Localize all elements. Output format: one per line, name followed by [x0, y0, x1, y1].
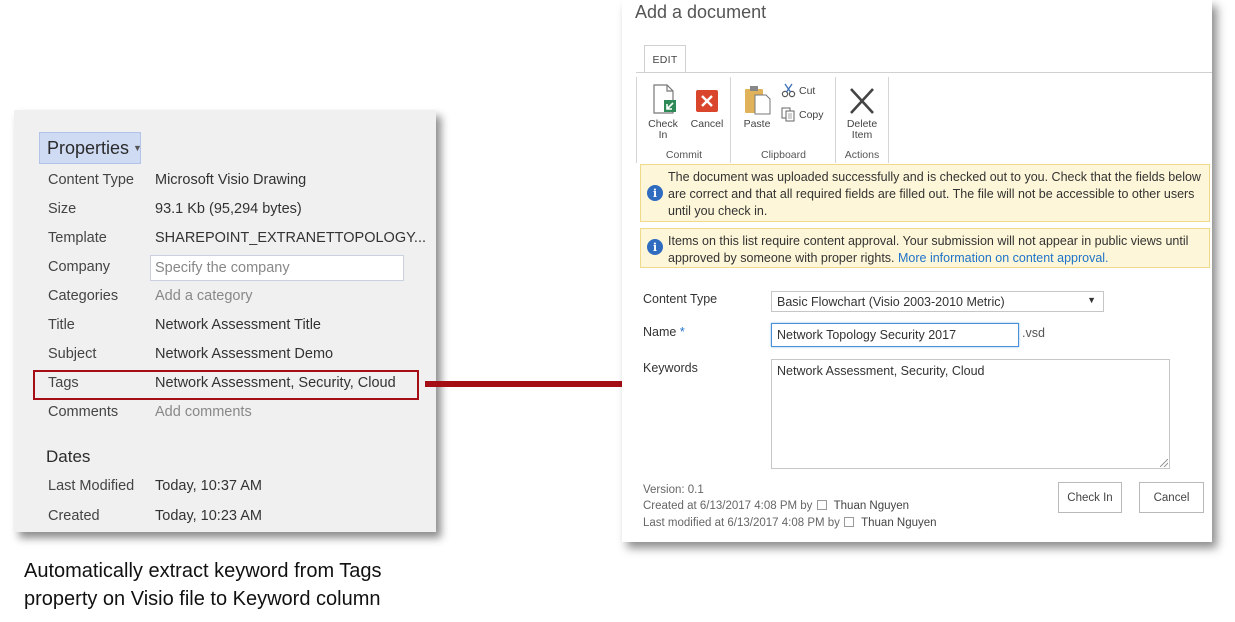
keywords-label: Keywords — [643, 361, 698, 375]
copy-label: Copy — [799, 108, 824, 121]
copy-icon — [781, 107, 795, 122]
required-mark: * — [679, 325, 685, 339]
property-row-title: Title Network Assessment Title — [48, 313, 321, 337]
title-value[interactable]: Network Assessment Title — [155, 317, 321, 333]
property-row-template: Template SHAREPOINT_EXTRANETTOPOLOGY... — [48, 226, 426, 250]
created-text: Created at 6/13/2017 4:08 PM by Thuan Ng… — [643, 500, 909, 512]
property-row-categories: Categories Add a category — [48, 284, 253, 308]
property-row-subject: Subject Network Assessment Demo — [48, 342, 333, 366]
company-placeholder: Specify the company — [155, 260, 290, 276]
paste-icon — [745, 86, 771, 115]
keywords-textarea[interactable]: Network Assessment, Security, Cloud — [771, 359, 1170, 469]
paste-label: Paste — [743, 118, 771, 130]
ribbon-group-clipboard: Paste Cut Copy Clipboard — [730, 77, 836, 163]
check-in-footer-button[interactable]: Check In — [1058, 482, 1122, 513]
copy-button[interactable]: Copy — [781, 107, 824, 122]
check-in-icon — [653, 84, 676, 114]
keywords-value: Network Assessment, Security, Cloud — [777, 364, 985, 378]
clipboard-group-label: Clipboard — [761, 149, 806, 161]
upload-notice: i The document was uploaded successfully… — [640, 164, 1210, 222]
modified-user[interactable]: Thuan Nguyen — [861, 517, 936, 529]
dates-header: Dates — [46, 447, 91, 466]
modified-label: Last modified at 6/13/2017 4:08 PM by — [643, 517, 840, 529]
property-row-comments: Comments Add comments — [48, 400, 252, 424]
subject-value[interactable]: Network Assessment Demo — [155, 346, 333, 362]
delete-item-button[interactable]: Delete Item — [840, 83, 884, 141]
content-type-select[interactable]: Basic Flowchart (Visio 2003-2010 Metric)… — [771, 291, 1104, 312]
property-key: Categories — [48, 288, 119, 304]
add-document-dialog: Add a document EDIT Check In Cancel Comm… — [622, 0, 1212, 542]
company-input[interactable]: Specify the company — [150, 255, 404, 281]
comments-input[interactable]: Add comments — [155, 404, 252, 420]
caption-line-1: Automatically extract keyword from Tags — [24, 560, 382, 582]
date-value: Today, 10:23 AM — [155, 508, 262, 524]
actions-group-label: Actions — [844, 149, 880, 161]
cut-button[interactable]: Cut — [781, 83, 815, 98]
name-label-text: Name — [643, 325, 677, 339]
property-key: Size — [48, 201, 77, 217]
property-key: Content Type — [48, 172, 134, 188]
cancel-icon — [696, 90, 718, 112]
presence-icon — [844, 517, 855, 527]
cancel-ribbon-label: Cancel — [690, 118, 724, 130]
properties-header[interactable]: Properties ▼ — [39, 132, 142, 164]
property-value: Microsoft Visio Drawing — [155, 172, 307, 188]
check-in-button[interactable]: Check In — [643, 83, 683, 141]
commit-group-label: Commit — [665, 149, 703, 161]
categories-input[interactable]: Add a category — [155, 288, 253, 304]
property-row-content-type: Content Type Microsoft Visio Drawing — [48, 168, 306, 192]
name-value: Network Topology Security 2017 — [777, 328, 957, 342]
cut-label: Cut — [799, 84, 816, 97]
date-row-last-modified: Last Modified Today, 10:37 AM — [48, 474, 262, 498]
info-icon: i — [647, 185, 663, 201]
delete-x-icon — [850, 88, 874, 114]
created-label: Created at 6/13/2017 4:08 PM by — [643, 500, 813, 512]
property-key: Company — [48, 259, 111, 275]
cancel-footer-button[interactable]: Cancel — [1139, 482, 1204, 513]
caption-line-2: property on Visio file to Keyword column — [24, 588, 381, 610]
file-extension: .vsd — [1022, 326, 1045, 340]
property-key: Title — [48, 317, 75, 333]
properties-header-label: Properties — [47, 137, 130, 158]
scissors-icon — [781, 83, 796, 98]
ribbon: Check In Cancel Commit Paste Cut Copy Cl… — [636, 73, 1212, 163]
resize-grip-icon[interactable] — [1160, 459, 1168, 467]
property-key: Subject — [48, 346, 97, 362]
property-value: 93.1 Kb (95,294 bytes) — [155, 201, 302, 217]
property-value: SHAREPOINT_EXTRANETTOPOLOGY... — [155, 230, 427, 246]
chevron-down-icon: ▼ — [133, 143, 142, 153]
date-key: Last Modified — [48, 478, 135, 494]
version-text: Version: 0.1 — [643, 484, 704, 496]
created-user[interactable]: Thuan Nguyen — [834, 500, 909, 512]
property-row-size: Size 93.1 Kb (95,294 bytes) — [48, 197, 302, 221]
content-type-label: Content Type — [643, 292, 718, 306]
properties-panel: Properties ▼ Content Type Microsoft Visi… — [14, 110, 436, 532]
ribbon-group-actions: Delete Item Actions — [835, 77, 889, 163]
delete-item-label-2: Item — [851, 129, 873, 141]
approval-notice: i Items on this list require content app… — [640, 228, 1210, 268]
presence-icon — [816, 500, 827, 510]
upload-notice-text: The document was uploaded successfully a… — [668, 170, 1201, 218]
cancel-ribbon-button[interactable]: Cancel — [687, 83, 727, 130]
date-value: Today, 10:37 AM — [155, 478, 262, 494]
ribbon-group-commit: Check In Cancel Commit — [636, 77, 731, 163]
tags-highlight-box — [33, 370, 419, 400]
check-in-label-2: In — [658, 129, 668, 141]
name-label: Name * — [643, 325, 685, 339]
property-row-company: Company — [48, 255, 155, 279]
tab-edit[interactable]: EDIT — [644, 45, 686, 73]
caption: Automatically extract keyword from Tags … — [24, 557, 382, 613]
dialog-title: Add a document — [635, 2, 767, 22]
content-type-value: Basic Flowchart (Visio 2003-2010 Metric) — [777, 294, 1005, 309]
property-key: Comments — [48, 404, 119, 420]
date-key: Created — [48, 508, 100, 524]
dropdown-arrow-icon: ▼ — [1087, 295, 1096, 305]
paste-button[interactable]: Paste — [737, 83, 777, 130]
property-key: Template — [48, 230, 107, 246]
info-icon: i — [647, 239, 663, 255]
modified-text: Last modified at 6/13/2017 4:08 PM by Th… — [643, 517, 937, 529]
name-input[interactable]: Network Topology Security 2017 — [771, 323, 1019, 347]
approval-info-link[interactable]: More information on content approval. — [898, 251, 1109, 265]
date-row-created: Created Today, 10:23 AM — [48, 504, 262, 528]
